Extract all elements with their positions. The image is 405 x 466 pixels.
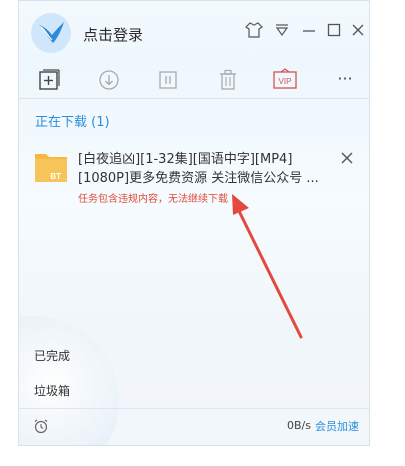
annotation-arrow: [232, 194, 303, 339]
download-speed: 0B/s: [287, 419, 311, 432]
status-divider: [19, 408, 369, 409]
completed-link[interactable]: 已完成: [34, 347, 70, 364]
app-window: 点击登录 VIP ··· 正在下载 (1) BT [白夜追凶][1-32集][国…: [18, 0, 370, 446]
member-boost-link[interactable]: 会员加速: [315, 418, 359, 434]
alarm-clock-icon[interactable]: [33, 418, 49, 434]
trash-link[interactable]: 垃圾箱: [34, 382, 70, 399]
